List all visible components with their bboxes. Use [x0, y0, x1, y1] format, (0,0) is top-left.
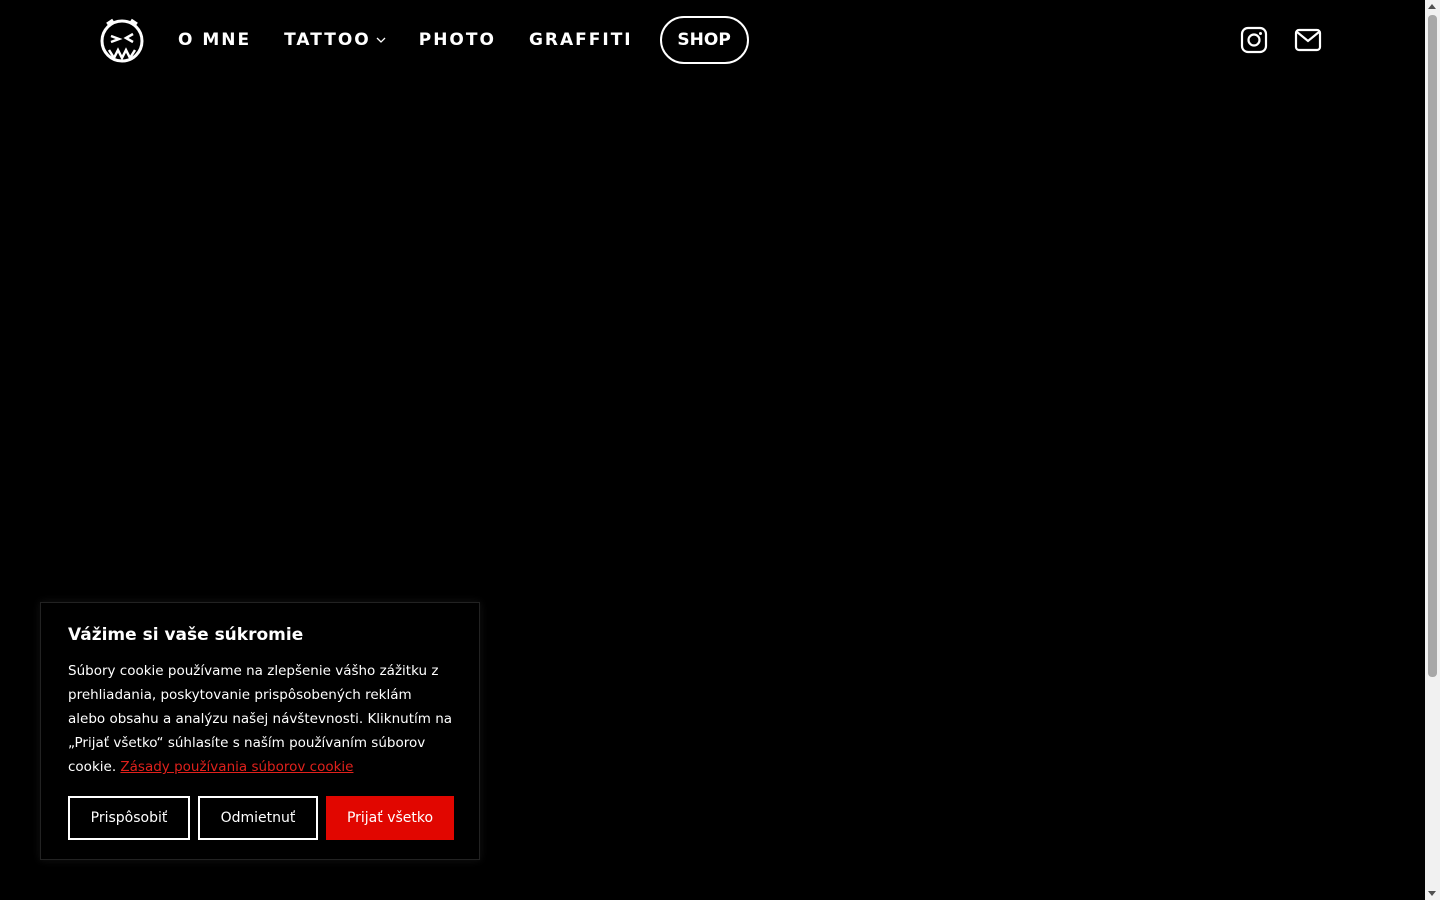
- site-header: O MNE TATTOO PHOTO GRAFFITI SHOP: [0, 0, 1425, 80]
- mail-icon[interactable]: [1294, 26, 1322, 54]
- scroll-up-icon[interactable]: [1428, 4, 1436, 9]
- nav-item-tattoo[interactable]: TATTOO: [284, 30, 386, 50]
- nav-item-o-mne[interactable]: O MNE: [178, 30, 251, 50]
- nav-item-photo[interactable]: PHOTO: [419, 30, 496, 50]
- chevron-down-icon: [376, 37, 386, 43]
- cookie-policy-link[interactable]: Zásady používania súborov cookie: [120, 759, 353, 775]
- scroll-thumb[interactable]: [1428, 15, 1437, 677]
- cookie-consent-dialog: Vážime si vaše súkromie Súbory cookie po…: [40, 602, 480, 860]
- main-nav: O MNE TATTOO PHOTO GRAFFITI SHOP: [178, 16, 749, 64]
- logo-icon[interactable]: [97, 14, 147, 66]
- nav-item-graffiti[interactable]: GRAFFITI: [529, 30, 633, 50]
- cookie-title: Vážime si vaše súkromie: [68, 625, 304, 645]
- instagram-icon[interactable]: [1240, 26, 1268, 54]
- cookie-buttons: Prispôsobiť Odmietnuť Prijať všetko: [68, 796, 454, 840]
- customize-button[interactable]: Prispôsobiť: [68, 796, 190, 840]
- reject-button[interactable]: Odmietnuť: [198, 796, 318, 840]
- page-scrollbar[interactable]: [1425, 0, 1440, 900]
- accept-all-button[interactable]: Prijať všetko: [326, 796, 454, 840]
- scroll-down-icon[interactable]: [1428, 891, 1436, 896]
- shop-button[interactable]: SHOP: [659, 16, 749, 64]
- cookie-text: Súbory cookie používame na zlepšenie váš…: [68, 663, 453, 775]
